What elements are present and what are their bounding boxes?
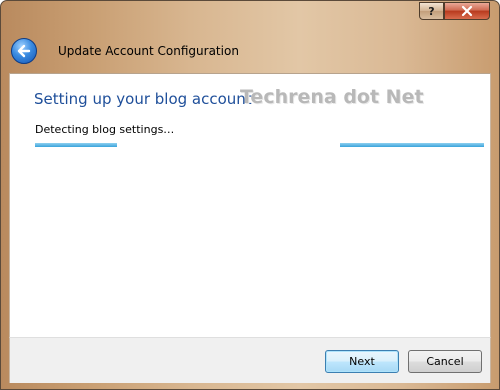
marquee-progress-bar (35, 143, 484, 148)
content-panel: Setting up your blog account Techrena do… (9, 73, 491, 337)
dialog-window: ? Update Account Configuration Setting u… (0, 0, 500, 390)
back-arrow-icon (17, 44, 31, 58)
status-text: Detecting blog settings… (35, 123, 175, 136)
close-button[interactable] (444, 2, 490, 20)
button-bar: Next Cancel (9, 337, 491, 383)
close-x-icon (461, 5, 473, 17)
wizard-header: Update Account Configuration (1, 31, 499, 73)
title-bar[interactable]: ? (1, 1, 499, 31)
watermark-text: Techrena dot Net (240, 86, 424, 108)
help-button[interactable]: ? (419, 2, 444, 20)
back-button[interactable] (11, 38, 37, 64)
progress-segment-left (35, 143, 117, 147)
progress-segment-right (340, 143, 484, 147)
help-label: ? (428, 4, 435, 18)
cancel-button[interactable]: Cancel (408, 350, 482, 373)
page-heading: Setting up your blog account (34, 90, 252, 108)
window-title: Update Account Configuration (58, 44, 239, 58)
next-button[interactable]: Next (325, 350, 399, 373)
